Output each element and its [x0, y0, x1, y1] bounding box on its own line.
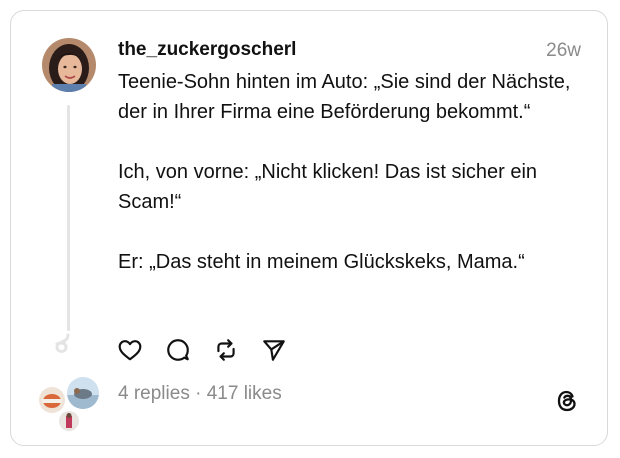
post-card: the_zuckergoscherl 26w Teenie-Sohn hinte… — [10, 10, 608, 446]
post-paragraph: Ich, von vorne: „Nicht klicken! Das ist … — [118, 161, 538, 213]
post-text: Teenie-Sohn hinten im Auto: „Sie sind de… — [118, 67, 596, 277]
post-stats: 4 replies · 417 likes — [118, 383, 282, 405]
post-paragraph: Teenie-Sohn hinten im Auto: „Sie sind de… — [118, 71, 571, 123]
send-icon[interactable] — [261, 337, 287, 363]
stats-separator: · — [189, 383, 207, 404]
replier-avatar — [39, 387, 65, 413]
post-paragraph: Er: „Das steht in meinem Glückskeks, Mam… — [118, 251, 525, 273]
replier-avatar — [67, 377, 99, 409]
comment-icon[interactable] — [165, 337, 191, 363]
thread-curl — [51, 333, 75, 364]
replier-avatar — [59, 411, 79, 431]
thread-line — [67, 105, 70, 331]
author-username[interactable]: the_zuckergoscherl — [118, 39, 296, 61]
likes-count[interactable]: 417 likes — [207, 383, 282, 404]
repost-icon[interactable] — [213, 337, 239, 363]
replies-count[interactable]: 4 replies — [118, 383, 190, 404]
author-avatar[interactable] — [42, 38, 96, 92]
post-time[interactable]: 26w — [546, 40, 581, 62]
threads-logo-icon[interactable] — [553, 387, 581, 415]
heart-icon[interactable] — [117, 337, 143, 363]
